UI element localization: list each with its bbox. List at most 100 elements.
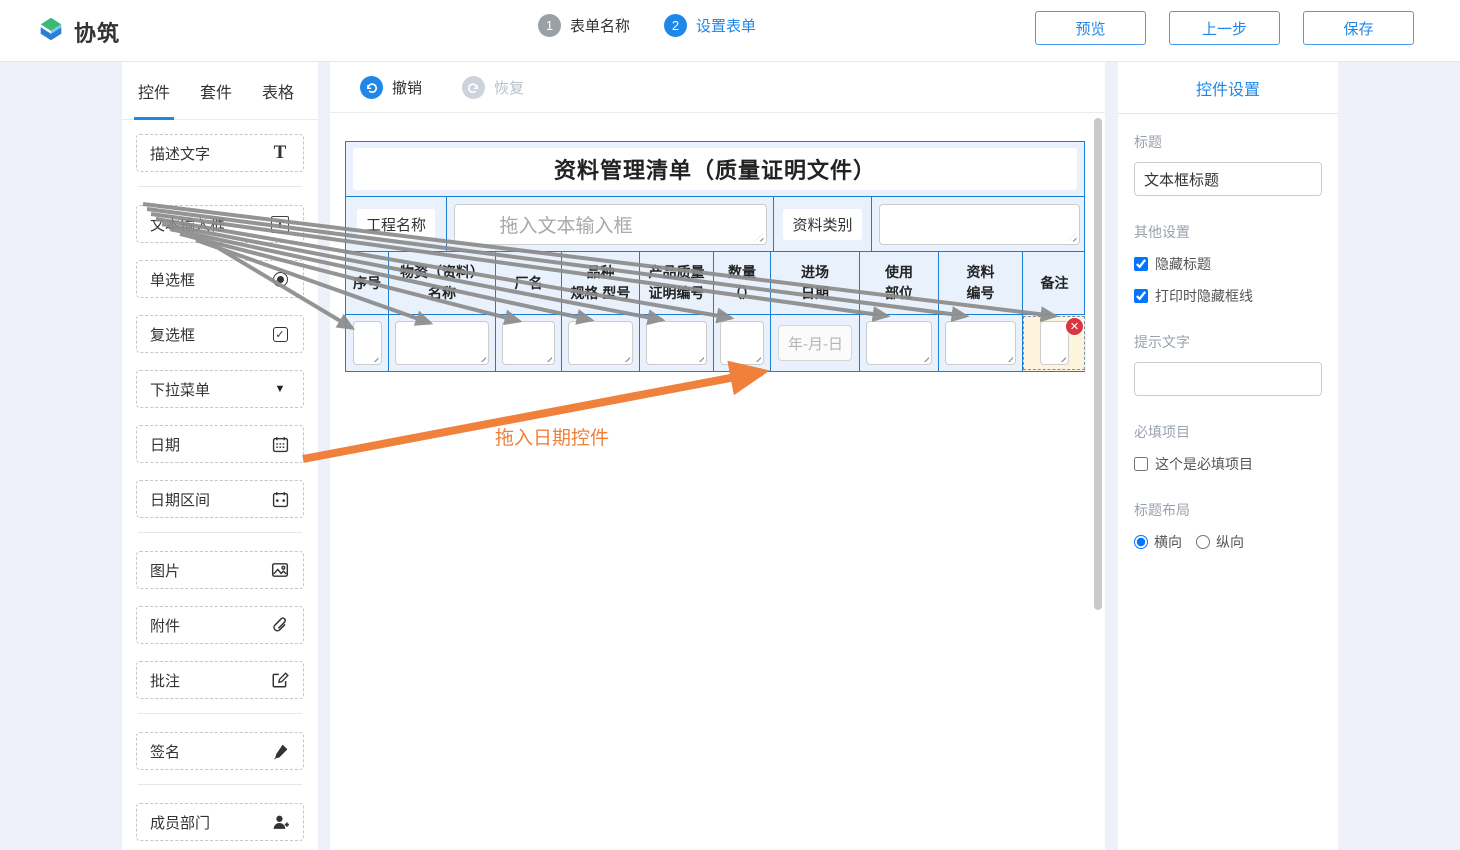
resize-handle[interactable] <box>477 353 486 362</box>
cell-seq <box>346 315 388 371</box>
resize-handle[interactable] <box>695 353 704 362</box>
layout-vertical-label: 纵向 <box>1216 532 1244 552</box>
col-header-seq[interactable]: 序号 <box>346 252 388 314</box>
usage-textarea[interactable] <box>866 321 932 365</box>
resize-handle[interactable] <box>370 353 379 362</box>
form-title-row[interactable]: 资料管理清单（质量证明文件） <box>346 142 1084 196</box>
required-checkbox-row[interactable]: 这个是必填项目 <box>1134 454 1322 474</box>
palette-item-image[interactable]: 图片 <box>136 551 304 589</box>
undo-button[interactable]: 撤销 <box>360 76 422 99</box>
category-input-cell <box>871 197 1086 251</box>
palette-divider <box>138 532 302 533</box>
undo-icon <box>360 76 383 99</box>
layout-horizontal-radio[interactable] <box>1134 535 1148 549</box>
resize-handle[interactable] <box>621 353 630 362</box>
seq-textarea[interactable] <box>353 321 382 365</box>
palette-item-checkbox[interactable]: 复选框 ✓ <box>136 315 304 353</box>
hide-border-label: 打印时隐藏框线 <box>1155 286 1253 306</box>
palette-item-radio[interactable]: 单选框 <box>136 260 304 298</box>
cell-remark-selected[interactable]: ✕ <box>1022 315 1086 371</box>
tab-tables[interactable]: 表格 <box>262 62 294 120</box>
palette-divider <box>138 713 302 714</box>
col-header-spec[interactable]: 品种 规格 型号 <box>561 252 639 314</box>
palette-item-dropdown[interactable]: 下拉菜单 ▼ <box>136 370 304 408</box>
col-header-remark[interactable]: 备注 <box>1022 252 1086 314</box>
palette-item-date[interactable]: 日期 <box>136 425 304 463</box>
palette-item-signature[interactable]: 签名 <box>136 732 304 770</box>
cell-entry-date: 年-月-日 <box>770 315 859 371</box>
title-field-label: 标题 <box>1134 132 1322 152</box>
project-textarea[interactable]: 拖入文本输入框 <box>454 204 767 245</box>
palette-divider <box>138 784 302 785</box>
spec-textarea[interactable] <box>568 321 633 365</box>
resize-handle[interactable] <box>752 353 761 362</box>
canvas-scrollbar[interactable] <box>1094 118 1102 610</box>
redo-icon <box>462 76 485 99</box>
app-header: 协筑 1 表单名称 2 设置表单 预览 上一步 保存 <box>0 0 1460 62</box>
palette-item-annotation[interactable]: 批注 <box>136 661 304 699</box>
palette-item-attachment[interactable]: 附件 <box>136 606 304 644</box>
resize-handle[interactable] <box>1068 233 1077 242</box>
calendar-icon <box>270 434 290 454</box>
step-indicator: 1 表单名称 2 设置表单 <box>538 14 756 37</box>
delete-control-icon[interactable]: ✕ <box>1065 317 1084 336</box>
cell-material <box>388 315 495 371</box>
resize-handle[interactable] <box>755 233 764 242</box>
step-2-label: 设置表单 <box>696 15 756 36</box>
cert-textarea[interactable] <box>646 321 707 365</box>
table-header-row: 序号 物资（资料） 名称 厂名 品种 规格 型号 产品质量 证明编号 数量 （）… <box>346 251 1084 314</box>
project-label-cell[interactable]: 工程名称 <box>346 197 446 251</box>
cell-cert <box>639 315 713 371</box>
other-settings-label: 其他设置 <box>1134 222 1322 242</box>
category-label: 资料类别 <box>783 209 861 240</box>
title-layout-label: 标题布局 <box>1134 500 1322 520</box>
doc-no-textarea[interactable] <box>945 321 1016 365</box>
hide-border-checkbox[interactable] <box>1134 289 1148 303</box>
previous-step-button[interactable]: 上一步 <box>1169 11 1280 45</box>
palette-item-text-input[interactable]: 文本输入框 T <box>136 205 304 243</box>
hide-title-checkbox[interactable] <box>1134 257 1148 271</box>
col-header-doc-no[interactable]: 资料 编号 <box>938 252 1022 314</box>
category-label-cell[interactable]: 资料类别 <box>773 197 871 251</box>
hide-title-checkbox-row[interactable]: 隐藏标题 <box>1134 254 1322 274</box>
project-input-cell: 拖入文本输入框 <box>446 197 773 251</box>
layout-vertical-radio[interactable] <box>1196 535 1210 549</box>
preview-button[interactable]: 预览 <box>1035 11 1146 45</box>
form-title: 资料管理清单（质量证明文件） <box>353 148 1077 190</box>
redo-button[interactable]: 恢复 <box>462 76 524 99</box>
resize-handle[interactable] <box>920 353 929 362</box>
col-header-factory[interactable]: 厂名 <box>495 252 561 314</box>
palette-tabs: 控件 套件 表格 <box>122 62 318 120</box>
palette-item-description-text[interactable]: 描述文字 T <box>136 134 304 172</box>
date-input[interactable]: 年-月-日 <box>778 325 852 361</box>
dropdown-icon: ▼ <box>270 379 290 399</box>
category-textarea[interactable] <box>879 204 1080 245</box>
col-header-qty[interactable]: 数量 （） <box>713 252 770 314</box>
title-field-input[interactable] <box>1134 162 1322 196</box>
palette-item-date-range[interactable]: 日期区间 <box>136 480 304 518</box>
col-header-usage[interactable]: 使用 部位 <box>859 252 938 314</box>
tab-controls[interactable]: 控件 <box>138 62 170 120</box>
resize-handle[interactable] <box>543 353 552 362</box>
logo-text: 协筑 <box>74 16 120 48</box>
resize-handle[interactable] <box>1057 353 1066 362</box>
col-header-entry-date[interactable]: 进场 日期 <box>770 252 859 314</box>
layout-horizontal-label: 横向 <box>1154 532 1182 552</box>
layout-horizontal-radio-row[interactable]: 横向 <box>1134 532 1182 552</box>
canvas-toolbar: 撤销 恢复 <box>330 62 1105 113</box>
save-button[interactable]: 保存 <box>1303 11 1414 45</box>
hide-border-checkbox-row[interactable]: 打印时隐藏框线 <box>1134 286 1322 306</box>
hint-text-input[interactable] <box>1134 362 1322 396</box>
factory-textarea[interactable] <box>502 321 555 365</box>
resize-handle[interactable] <box>1004 353 1013 362</box>
layout-vertical-radio-row[interactable]: 纵向 <box>1196 532 1244 552</box>
palette-item-member-department[interactable]: 成员部门 <box>136 803 304 841</box>
material-textarea[interactable] <box>395 321 489 365</box>
required-checkbox[interactable] <box>1134 457 1148 471</box>
col-header-material[interactable]: 物资（资料） 名称 <box>388 252 495 314</box>
project-placeholder: 拖入文本输入框 <box>500 211 633 238</box>
step-1-label: 表单名称 <box>570 15 630 36</box>
qty-textarea[interactable] <box>720 321 764 365</box>
tab-kits[interactable]: 套件 <box>200 62 232 120</box>
col-header-cert[interactable]: 产品质量 证明编号 <box>639 252 713 314</box>
